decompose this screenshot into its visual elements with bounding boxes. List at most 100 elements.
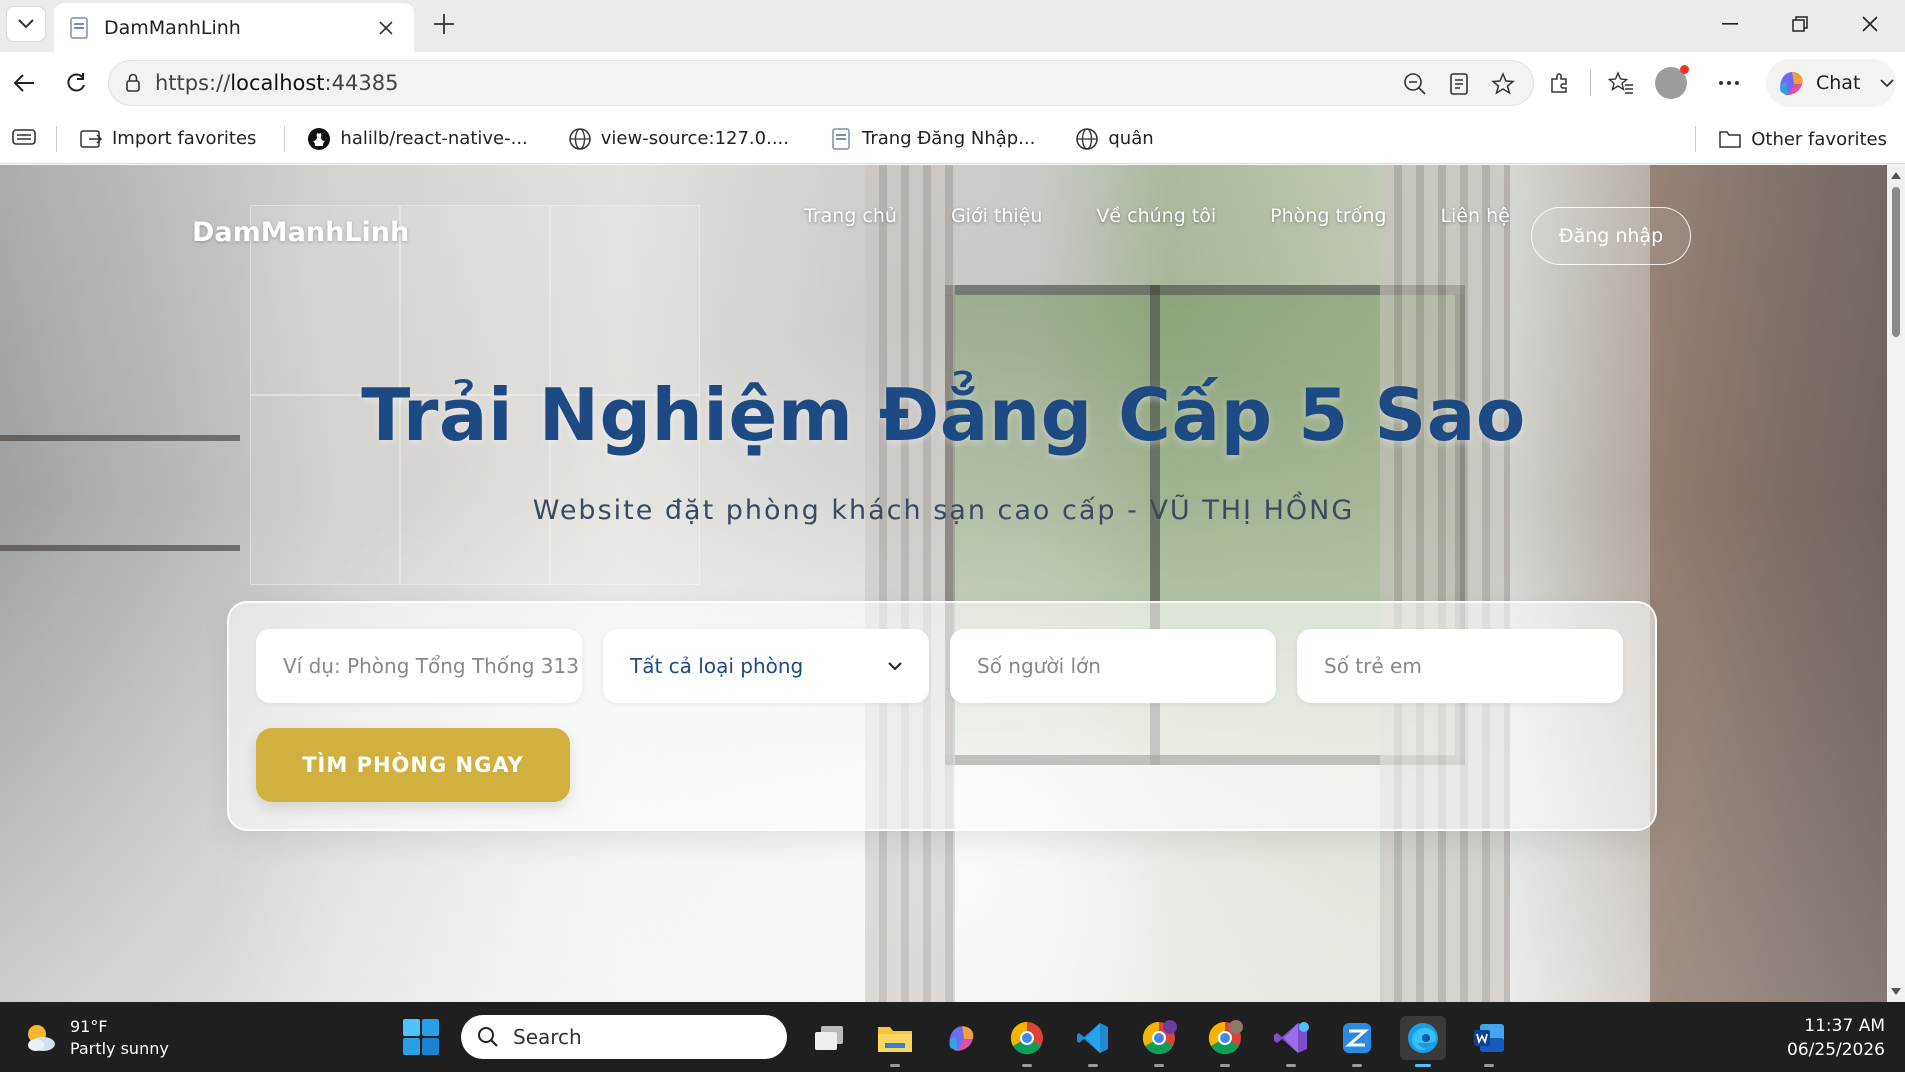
nav-about-us[interactable]: Về chúng tôi <box>1096 205 1216 227</box>
bookmark-label: Import favorites <box>112 128 257 149</box>
app-running-indicator <box>1352 1064 1362 1067</box>
chat-label: Chat <box>1816 72 1861 94</box>
chrome-profile-t-app[interactable] <box>1136 1016 1182 1067</box>
bookmark-github[interactable]: halilb/react-native-... <box>307 127 528 151</box>
tab-close-button[interactable] <box>372 14 400 42</box>
taskbar-search-label: Search <box>513 1025 582 1049</box>
hero-subtitle: Website đặt phòng khách sạn cao cấp - VŨ… <box>532 495 1355 526</box>
tab-bar: DamManhLinh <box>0 0 1905 52</box>
url-port: :44385 <box>324 71 399 95</box>
shelf-decoration <box>0 545 240 551</box>
reader-mode-button[interactable] <box>1441 66 1477 102</box>
window-controls <box>1695 0 1905 48</box>
word-app[interactable] <box>1466 1016 1512 1067</box>
bookmark-import-favorites[interactable]: Import favorites <box>79 127 256 151</box>
favorites-button[interactable] <box>1603 65 1639 101</box>
search-rooms-button[interactable]: TÌM PHÒNG NGAY <box>256 728 570 802</box>
nav-contact[interactable]: Liên hệ <box>1440 205 1509 227</box>
profile-button[interactable] <box>1653 65 1689 101</box>
dev-tool-app[interactable] <box>1334 1016 1380 1067</box>
star-icon <box>1491 72 1515 95</box>
avatar <box>1655 65 1689 99</box>
bookmark-login-page[interactable]: Trang Đăng Nhập... <box>829 127 1035 151</box>
nav-about[interactable]: Giới thiệu <box>951 205 1042 227</box>
app-icon <box>1343 1023 1371 1053</box>
vscode-icon <box>1077 1023 1108 1053</box>
sidebar-toggle-button[interactable] <box>12 127 36 151</box>
refresh-button[interactable] <box>58 65 94 101</box>
more-icon <box>1719 81 1739 85</box>
folder-icon <box>1719 131 1741 148</box>
taskbar-apps <box>806 1016 1512 1067</box>
close-icon <box>379 20 393 35</box>
chrome-profile-n-app[interactable] <box>1202 1016 1248 1067</box>
folder-icon <box>878 1027 912 1052</box>
reader-icon <box>1450 73 1468 95</box>
room-name-input[interactable]: Ví dụ: Phòng Tổng Thống 313 <box>256 629 582 703</box>
lock-icon <box>126 73 140 92</box>
close-window-button[interactable] <box>1835 0 1905 48</box>
zoom-out-icon <box>1404 73 1426 95</box>
weather-widget[interactable]: 91°F Partly sunny <box>22 1016 169 1060</box>
address-bar[interactable]: https://localhost:44385 <box>108 60 1534 106</box>
scroll-thumb[interactable] <box>1892 187 1900 337</box>
page-icon <box>832 127 850 150</box>
copilot-chat-button[interactable]: Chat <box>1766 59 1896 107</box>
nav-home[interactable]: Trang chủ <box>804 205 897 227</box>
chrome-icon <box>1208 1020 1243 1055</box>
taskbar-search[interactable]: Search <box>461 1015 787 1059</box>
tab-actions-button[interactable] <box>6 6 46 42</box>
system-clock[interactable]: 11:37 AM 06/25/2026 <box>1787 1014 1885 1062</box>
windows-start-icon[interactable] <box>402 1018 440 1056</box>
other-favorites[interactable]: Other favorites <box>1695 126 1887 152</box>
page-viewport: DamManhLinh Trang chủ Giới thiệu Về chún… <box>0 165 1887 1002</box>
puzzle-icon <box>1551 73 1567 93</box>
more-button[interactable] <box>1711 65 1747 101</box>
minimize-button[interactable] <box>1695 0 1765 48</box>
children-input[interactable]: Số trẻ em <box>1297 629 1623 703</box>
clock-date: 06/25/2026 <box>1787 1040 1885 1060</box>
task-view-app[interactable] <box>806 1016 852 1060</box>
page-scrollbar[interactable] <box>1887 165 1905 1002</box>
vscode-app[interactable] <box>1070 1016 1116 1067</box>
nav-available-rooms[interactable]: Phòng trống <box>1270 205 1386 227</box>
add-favorite-button[interactable] <box>1485 66 1521 102</box>
url-text: https://localhost:44385 <box>155 71 398 95</box>
task-view-icon <box>815 1026 843 1050</box>
children-placeholder: Số trẻ em <box>1324 654 1422 678</box>
adults-placeholder: Số người lớn <box>977 654 1101 678</box>
wall-panel-decoration <box>400 205 550 395</box>
restore-button[interactable] <box>1765 0 1835 48</box>
globe-icon <box>569 127 591 150</box>
bookmark-view-source[interactable]: view-source:127.0.... <box>568 127 789 151</box>
zoom-button[interactable] <box>1397 66 1433 102</box>
visual-studio-app[interactable] <box>1268 1016 1314 1067</box>
file-explorer-app[interactable] <box>872 1016 918 1067</box>
room-search-form: Ví dụ: Phòng Tổng Thống 313 Tất cả loại … <box>227 601 1657 831</box>
new-tab-button[interactable] <box>426 6 462 42</box>
github-icon <box>308 127 331 150</box>
scroll-up-button[interactable] <box>1890 169 1902 181</box>
browser-tab[interactable]: DamManhLinh <box>54 3 414 52</box>
url-scheme: https:// <box>155 71 231 95</box>
bookmark-quan[interactable]: quân <box>1075 127 1154 151</box>
search-icon <box>478 1027 498 1047</box>
scroll-down-button[interactable] <box>1890 985 1902 997</box>
globe-icon <box>1076 127 1099 150</box>
adults-input[interactable]: Số người lớn <box>950 629 1276 703</box>
app-running-indicator <box>1484 1064 1494 1067</box>
edge-app[interactable] <box>1400 1016 1446 1067</box>
room-type-select[interactable]: Tất cả loại phòng <box>603 629 929 703</box>
login-button[interactable]: Đăng nhập <box>1531 207 1691 265</box>
copilot-app[interactable] <box>938 1016 984 1060</box>
extensions-button[interactable] <box>1542 65 1578 101</box>
back-button[interactable] <box>6 65 42 101</box>
bookmark-separator <box>1695 126 1697 152</box>
curtain-decoration <box>865 165 955 1002</box>
room-name-placeholder: Ví dụ: Phòng Tổng Thống 313 <box>283 654 579 678</box>
site-logo[interactable]: DamManhLinh <box>192 217 409 248</box>
url-host: localhost <box>230 71 325 95</box>
chevron-down-icon <box>888 661 902 670</box>
caret-down-icon <box>1891 987 1901 995</box>
chrome-app[interactable] <box>1004 1016 1050 1067</box>
